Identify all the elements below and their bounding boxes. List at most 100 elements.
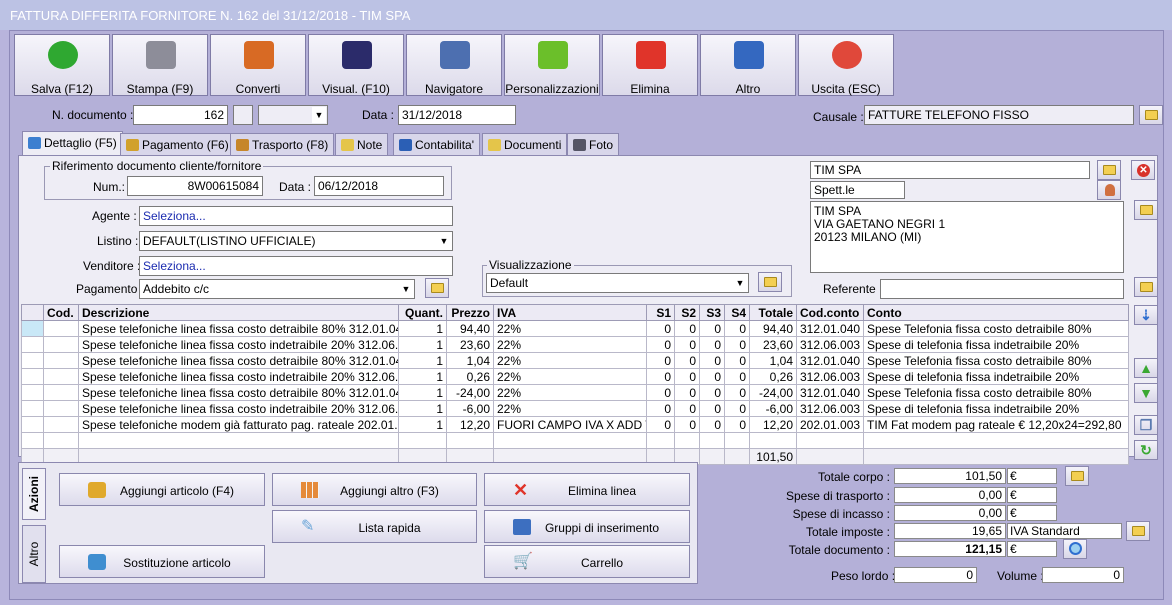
tab-6[interactable]: Foto (567, 133, 620, 155)
toolbar-button-6[interactable]: Elimina (602, 34, 698, 96)
tab-5[interactable]: Documenti (482, 133, 568, 155)
grid-cell[interactable]: 1,04 (446, 352, 494, 369)
calc-button[interactable] (1063, 539, 1087, 559)
grid-header-cell[interactable] (21, 304, 44, 321)
grid-cell[interactable]: Spese telefoniche linea fissa costo inde… (78, 368, 399, 385)
grid-cell[interactable]: 94,40 (749, 320, 797, 337)
num-field[interactable]: 8W00615084 (127, 176, 263, 196)
grid-cell[interactable] (21, 384, 44, 401)
grid-cell[interactable]: 0 (699, 368, 725, 385)
grid-cell[interactable]: 312.01.040 (796, 384, 864, 401)
tab-1[interactable]: Pagamento (F6) (120, 133, 235, 155)
toolbar-button-3[interactable]: Visual. (F10) (308, 34, 404, 96)
ndoc-suffix-button[interactable] (233, 105, 253, 125)
rif-data-field[interactable]: 06/12/2018 (314, 176, 444, 196)
grid-cell[interactable]: FUORI CAMPO IVA X ADD TEL (493, 416, 647, 433)
toolbar-button-0[interactable]: Salva (F12) (14, 34, 110, 96)
grid-cell[interactable]: 0 (646, 352, 675, 369)
grid-cell[interactable] (674, 432, 700, 449)
move-down-button[interactable]: ▼ (1134, 383, 1158, 403)
grid-cell[interactable]: Spese telefoniche linea fissa costo inde… (78, 400, 399, 417)
grid-cell[interactable]: 0 (674, 368, 700, 385)
grid-header-cell[interactable]: Descrizione (78, 304, 399, 321)
grid-cell[interactable]: -6,00 (446, 400, 494, 417)
listino-select[interactable]: DEFAULT(LISTINO UFFICIALE) ▼ (139, 231, 453, 251)
grid-cell[interactable]: 1 (398, 400, 447, 417)
grid-cell[interactable]: TIM Fat modem pag rateale € 12,20x24=292… (863, 416, 1129, 433)
grid-cell[interactable] (43, 320, 79, 337)
grid-cell[interactable]: 12,20 (749, 416, 797, 433)
grid-cell[interactable]: 0 (646, 384, 675, 401)
grid-cell[interactable]: 22% (493, 400, 647, 417)
grid-cell[interactable]: 0 (724, 368, 750, 385)
ndoc-field[interactable]: 162 (133, 105, 228, 125)
grid-cell[interactable]: 0 (674, 416, 700, 433)
contact-button[interactable] (1097, 180, 1121, 200)
grid-cell[interactable]: 0 (674, 352, 700, 369)
grid-cell[interactable]: Spese telefoniche modem già fatturato pa… (78, 416, 399, 433)
grid-cell[interactable]: 22% (493, 368, 647, 385)
grid-cell[interactable] (21, 320, 44, 337)
table-row[interactable]: Spese telefoniche linea fissa costo detr… (21, 384, 1129, 401)
grid-cell[interactable]: Spese Telefonia fissa costo detraibile 8… (863, 320, 1129, 337)
causale-browse-button[interactable] (1139, 105, 1163, 125)
aggiungi-articolo-button[interactable]: Aggiungi articolo (F4) (59, 473, 265, 506)
grid-cell[interactable]: 1 (398, 368, 447, 385)
grid-cell[interactable] (43, 384, 79, 401)
volume-field[interactable]: 0 (1042, 567, 1124, 583)
tab-2[interactable]: Trasporto (F8) (230, 133, 335, 155)
table-row[interactable]: Spese telefoniche linea fissa costo detr… (21, 320, 1129, 337)
grid-cell[interactable]: 1 (398, 336, 447, 353)
grid-cell[interactable]: 22% (493, 352, 647, 369)
grid-cell[interactable]: 0 (674, 400, 700, 417)
grid-cell[interactable] (646, 432, 675, 449)
toolbar-button-1[interactable]: Stampa (F9) (112, 34, 208, 96)
spese-trasporto-field[interactable]: 0,00 (894, 487, 1006, 503)
pagamento-select[interactable]: Addebito c/c ▼ (139, 279, 415, 299)
grid-header-cell[interactable]: Totale (749, 304, 797, 321)
spett-field[interactable]: Spett.le (810, 181, 905, 199)
sostituzione-articolo-button[interactable]: Sostituzione articolo (59, 545, 265, 578)
fornitore-browse-button[interactable] (1097, 160, 1121, 180)
grid-header-cell[interactable]: Quant. (398, 304, 447, 321)
imposte-browse-button[interactable] (1126, 521, 1150, 541)
grid-cell[interactable]: -24,00 (446, 384, 494, 401)
fornitore-remove-button[interactable]: ✕ (1131, 160, 1155, 180)
grid-cell[interactable] (699, 432, 725, 449)
agente-field[interactable]: Seleziona... (139, 206, 453, 226)
grid-cell[interactable] (21, 352, 44, 369)
table-row[interactable]: Spese telefoniche modem già fatturato pa… (21, 416, 1129, 433)
grid-cell[interactable] (493, 432, 647, 449)
grid-cell[interactable]: 0 (646, 336, 675, 353)
indirizzo-field[interactable]: TIM SPA VIA GAETANO NEGRI 1 20123 MILANO… (810, 201, 1124, 273)
grid-cell[interactable]: 12,20 (446, 416, 494, 433)
grid-cell[interactable]: 0,26 (749, 368, 797, 385)
grid-cell[interactable] (724, 432, 750, 449)
carrello-button[interactable]: 🛒 Carrello (484, 545, 690, 578)
grid-cell[interactable]: 22% (493, 320, 647, 337)
grid-cell[interactable]: 0 (646, 320, 675, 337)
grid-cell[interactable]: Spese telefoniche linea fissa costo inde… (78, 336, 399, 353)
grid-cell[interactable] (446, 432, 494, 449)
table-row[interactable]: Spese telefoniche linea fissa costo inde… (21, 336, 1129, 353)
grid-cell[interactable]: 0 (724, 416, 750, 433)
grid-cell[interactable]: 312.06.003 (796, 336, 864, 353)
tab-4[interactable]: Contabilita' (393, 133, 480, 155)
aggiungi-altro-button[interactable]: Aggiungi altro (F3) (272, 473, 477, 506)
grid-header-cell[interactable]: Cod.conto (796, 304, 864, 321)
grid-cell[interactable]: Spese Telefonia fissa costo detraibile 8… (863, 352, 1129, 369)
toolbar-button-7[interactable]: Altro (700, 34, 796, 96)
grid-cell[interactable] (749, 432, 797, 449)
causale-field[interactable]: FATTURE TELEFONO FISSO (864, 105, 1134, 125)
vtab-altro[interactable]: Altro (22, 525, 46, 583)
indirizzo-browse-button[interactable] (1134, 200, 1158, 220)
toolbar-button-5[interactable]: Personalizzazioni (504, 34, 600, 96)
referente-browse-button[interactable] (1134, 277, 1158, 297)
grid-cell[interactable] (21, 400, 44, 417)
grid-cell[interactable]: 202.01.003 (796, 416, 864, 433)
data-field[interactable]: 31/12/2018 (398, 105, 516, 125)
righe-grid[interactable]: Cod. Descrizione Quant. Prezzo IVA S1 S2 S3 S4 To… (21, 304, 1129, 465)
grid-header-cell[interactable]: Conto (863, 304, 1129, 321)
move-up-button[interactable]: ▲ (1134, 358, 1158, 378)
grid-cell[interactable] (21, 336, 44, 353)
